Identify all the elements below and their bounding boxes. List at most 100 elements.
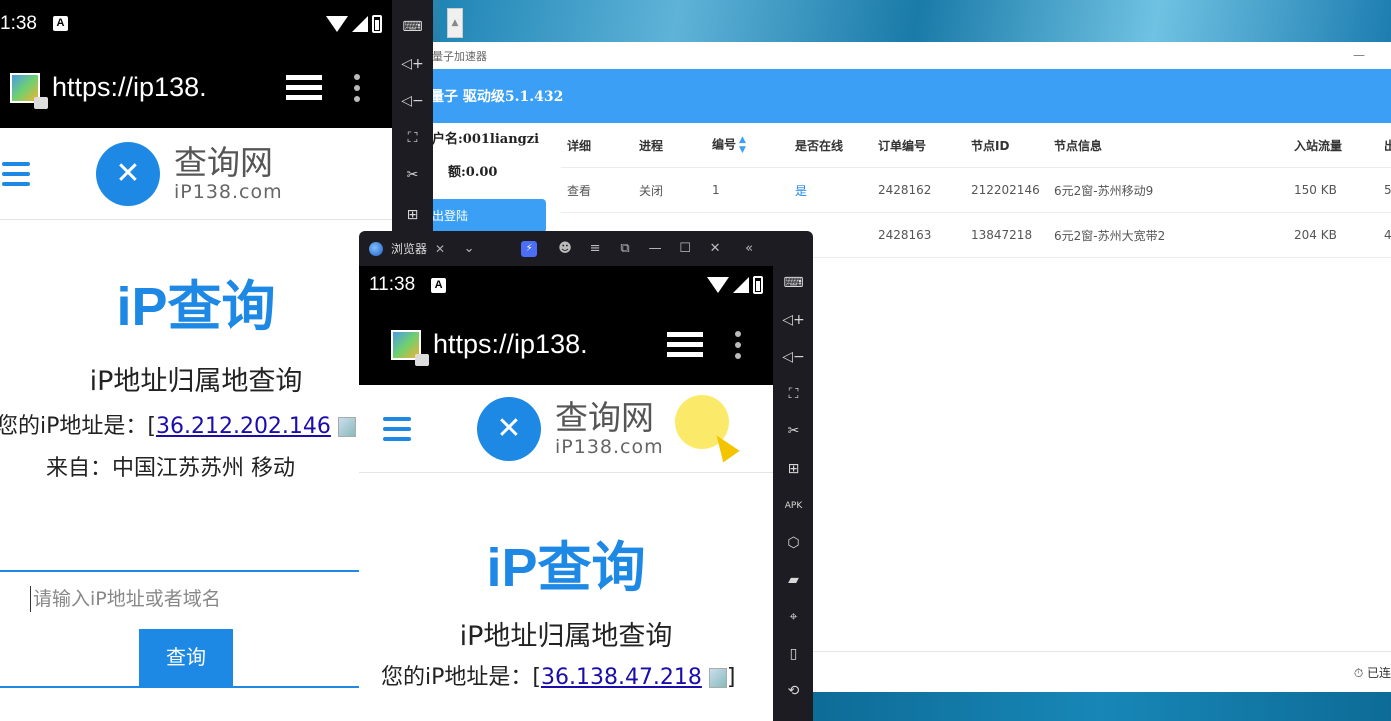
account-icon[interactable]: ☻ — [555, 241, 575, 256]
node-id: 13847218 — [971, 228, 1033, 242]
col-number-label: 编号 — [712, 137, 737, 152]
inbound-traffic: 204 KB — [1294, 228, 1337, 242]
broken-image-icon — [337, 417, 356, 437]
outbound-traffic: 4 — [1384, 228, 1391, 242]
view-link[interactable]: 查看 — [561, 182, 633, 199]
inbound-traffic: 150 KB — [1294, 183, 1337, 197]
maximize-icon[interactable]: ☐ — [675, 241, 695, 256]
app-titlebar: 量子加速器 — [426, 42, 1391, 69]
node-info: 6元2窗-苏州大宽带2 — [1054, 228, 1166, 243]
battery-icon — [372, 14, 382, 33]
wifi-icon — [707, 277, 729, 293]
scissors-icon[interactable]: ✂ — [773, 419, 813, 443]
browser-url-bar: https://ip138. — [0, 47, 392, 128]
apk-icon[interactable]: APK — [773, 494, 813, 518]
keyboard-icon[interactable]: ⌨ — [392, 15, 433, 39]
ip-location: 来自：中国江苏苏州 移动 — [46, 456, 295, 481]
process-toggle[interactable]: 关闭 — [633, 182, 706, 199]
status-icons — [707, 276, 773, 294]
more-menu-icon[interactable] — [342, 73, 372, 102]
notification-a-icon: A — [431, 277, 447, 293]
signal-icon — [352, 15, 368, 32]
col-inbound: 入站流量 — [1294, 138, 1343, 153]
site-lock-icon[interactable] — [391, 329, 429, 366]
node-id: 212202146 — [971, 183, 1040, 197]
scroll-up-arrow[interactable]: ▲ — [447, 8, 463, 38]
ip-suffix: ] — [726, 665, 736, 690]
balance-label: 额:0.00 — [448, 165, 498, 180]
ip-line: 您的iP地址是：[36.212.202.146 — [0, 408, 392, 440]
add-icon[interactable]: ⊞ — [773, 457, 813, 481]
logo-en: iP138.com — [555, 435, 664, 458]
col-detail: 详细 — [567, 138, 592, 153]
col-process: 进程 — [639, 138, 664, 153]
battery-icon — [753, 276, 763, 294]
page-subtitle: iP地址归属地查询 — [89, 366, 303, 397]
add-icon[interactable]: ⊞ — [392, 203, 433, 227]
query-button[interactable]: 查询 — [139, 629, 233, 686]
minimize-icon[interactable]: — — [645, 241, 665, 256]
site-logo-text: 查询网 iP138.com — [555, 397, 664, 458]
sort-icon[interactable]: ▲ ▼ — [739, 135, 746, 155]
collapse-sidebar-icon[interactable]: « — [739, 241, 759, 256]
clock: 11:38 — [369, 274, 416, 295]
more-menu-icon[interactable] — [723, 330, 753, 359]
notification-a-icon: A — [52, 16, 68, 31]
url-text[interactable]: https://ip138. — [52, 72, 207, 103]
emulator-titlebar: 浏览器 ✕ ⌄ ⚡ ☻ ≡ ⧉ — ☐ ✕ « — [359, 231, 813, 266]
order-number: 2428163 — [878, 228, 932, 242]
ip138-logo-icon: ✕ — [477, 396, 541, 461]
screenshot-icon[interactable]: ⛶ — [773, 382, 813, 406]
wifi-icon — [326, 15, 348, 32]
folder-icon[interactable]: ▰ — [773, 568, 813, 592]
ip-link[interactable]: 36.138.47.218 — [541, 665, 702, 690]
app-title: 量子加速器 — [432, 49, 487, 63]
col-number[interactable]: 编号 ▲ ▼ — [706, 135, 789, 155]
tab-close-icon[interactable]: ✕ — [435, 242, 445, 256]
volume-up-icon[interactable]: ◁+ — [392, 52, 433, 76]
logout-button[interactable]: 出登陆 — [426, 199, 546, 233]
screenshot-icon[interactable]: ⛶ — [392, 126, 433, 150]
phone-screen: 11:38 A https://ip138. ✕ 查询网 iP138.com i — [359, 266, 773, 721]
hamburger-icon[interactable] — [383, 416, 411, 441]
browser-globe-icon — [369, 241, 383, 256]
search-box: 请输入iP地址或者域名 查询 — [0, 570, 392, 688]
logo-en: iP138.com — [174, 180, 283, 203]
volume-down-icon[interactable]: ◁− — [773, 345, 813, 369]
minimize-button[interactable]: — — [1353, 48, 1365, 62]
phone-screen: 1:38 A https://ip138. ✕ 查询网 iP138.com iP… — [0, 0, 392, 721]
tabs-icon[interactable] — [286, 74, 322, 101]
ip138-logo-icon: ✕ — [96, 141, 160, 206]
boost-icon[interactable]: ⚡ — [521, 240, 538, 257]
status-icons — [326, 14, 392, 33]
ip-line: 您的iP地址是：[36.138.47.218 ] — [381, 659, 773, 691]
clock: 1:38 — [0, 12, 37, 34]
search-input[interactable]: 请输入iP地址或者域名 — [30, 586, 221, 612]
page-title: iP查询 — [486, 538, 646, 598]
rotate-icon[interactable]: ⟲ — [773, 679, 813, 703]
settings-icon[interactable]: ⬡ — [773, 531, 813, 555]
shake-icon[interactable]: ▯ — [773, 642, 813, 666]
tabs-icon[interactable] — [667, 331, 703, 358]
scissors-icon[interactable]: ✂ — [392, 163, 433, 187]
keyboard-icon[interactable]: ⌨ — [773, 271, 813, 295]
wallpaper-wave — [440, 0, 1391, 46]
close-icon[interactable]: ✕ — [705, 241, 725, 256]
location-icon[interactable]: ⌖ — [773, 605, 813, 629]
outbound-traffic: 5 — [1384, 183, 1391, 197]
chevron-down-icon[interactable]: ⌄ — [459, 241, 479, 256]
ip-link[interactable]: 36.212.202.146 — [156, 414, 331, 439]
menu-icon[interactable]: ≡ — [585, 241, 605, 256]
broken-image-icon — [708, 668, 727, 688]
browser-url-bar: https://ip138. — [359, 304, 773, 385]
page-title: iP查询 — [116, 277, 276, 337]
tab-label[interactable]: 浏览器 — [391, 240, 427, 257]
volume-up-icon[interactable]: ◁+ — [773, 308, 813, 332]
volume-down-icon[interactable]: ◁− — [392, 89, 433, 113]
site-lock-icon[interactable] — [10, 72, 48, 109]
logo-cn: 查询网 — [555, 397, 654, 437]
site-header: ✕ 查询网 iP138.com — [359, 385, 773, 473]
hamburger-icon[interactable] — [2, 161, 30, 186]
url-text[interactable]: https://ip138. — [433, 329, 588, 360]
multi-window-icon[interactable]: ⧉ — [615, 241, 635, 256]
